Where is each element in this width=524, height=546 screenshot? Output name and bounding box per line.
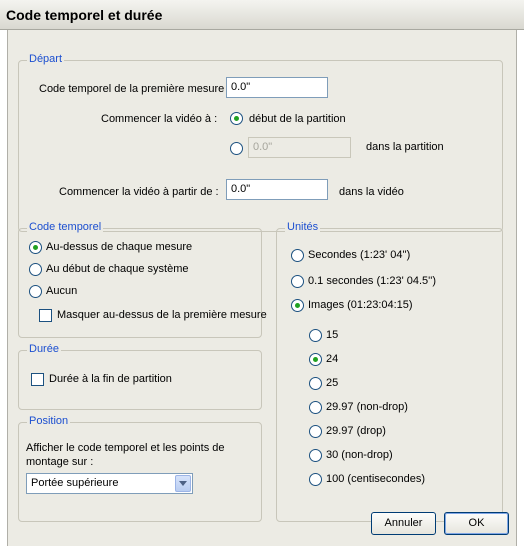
start-from-input[interactable]: 0.0" [226, 179, 328, 200]
radio-unit-frames[interactable] [291, 299, 304, 312]
radio-fps-24[interactable] [309, 353, 322, 366]
radio-fps-2997-nondrop-label: 29.97 (non-drop) [326, 401, 408, 413]
radio-unit-seconds[interactable] [291, 249, 304, 262]
radio-start-of-score-label: début de la partition [249, 113, 346, 125]
radio-fps-30-nondrop-label: 30 (non-drop) [326, 449, 393, 461]
start-video-label: Commencer la vidéo à : [101, 113, 218, 125]
title-bar: Code temporel et durée [0, 0, 524, 30]
radio-start-each-system-label: Au début de chaque système [46, 263, 189, 275]
radio-fps-30-nondrop[interactable] [309, 449, 322, 462]
radio-unit-seconds-label: Secondes (1:23' 04'') [308, 249, 411, 261]
position-dropdown-value: Portée supérieure [31, 477, 119, 489]
radio-fps-15-label: 15 [326, 329, 339, 341]
start-from-suffix: dans la vidéo [339, 186, 404, 198]
radio-start-of-score[interactable] [230, 112, 243, 125]
radio-fps-15[interactable] [309, 329, 322, 342]
radio-unit-tenth-seconds[interactable] [291, 275, 304, 288]
duration-end-checkbox[interactable] [31, 373, 44, 386]
custom-start-input[interactable]: 0.0" [248, 137, 351, 158]
unites-legend: Unités [285, 221, 321, 233]
duree-legend: Durée [27, 343, 61, 355]
code-temporel-legend: Code temporel [27, 221, 104, 233]
position-group: Position Afficher le code temporel et le… [18, 415, 262, 522]
depart-group: Départ Code temporel de la première mesu… [18, 53, 503, 232]
unites-group: Unités Secondes (1:23' 04'') 0.1 seconde… [276, 221, 503, 522]
duree-group: Durée Durée à la fin de partition [18, 343, 262, 410]
depart-legend: Départ [27, 53, 65, 65]
ok-button[interactable]: OK [444, 512, 509, 535]
custom-start-suffix: dans la partition [366, 141, 444, 153]
first-measure-label: Code temporel de la première mesure [39, 83, 225, 95]
hide-first-measure-label: Masquer au-dessus de la première mesure [57, 309, 267, 321]
radio-fps-2997-drop[interactable] [309, 425, 322, 438]
duration-end-label: Durée à la fin de partition [49, 373, 172, 385]
radio-none-label: Aucun [46, 285, 78, 297]
start-from-label: Commencer la vidéo à partir de : [59, 186, 219, 198]
position-legend: Position [27, 415, 71, 427]
code-temporel-group: Code temporel Au-dessus de chaque mesure… [18, 221, 267, 338]
radio-fps-24-label: 24 [326, 353, 339, 365]
position-dropdown[interactable]: Portée supérieure [26, 473, 193, 494]
radio-above-each-measure[interactable] [29, 241, 42, 254]
chevron-down-icon[interactable] [175, 475, 191, 492]
radio-fps-25[interactable] [309, 377, 322, 390]
radio-custom-start[interactable] [230, 142, 243, 155]
radio-above-each-measure-label: Au-dessus de chaque mesure [46, 241, 193, 253]
hide-first-measure-checkbox[interactable] [39, 309, 52, 322]
radio-unit-frames-label: Images (01:23:04:15) [308, 299, 413, 311]
radio-fps-100[interactable] [309, 473, 322, 486]
radio-start-each-system[interactable] [29, 263, 42, 276]
radio-unit-tenth-seconds-label: 0.1 secondes (1:23' 04.5'') [308, 275, 436, 287]
dialog-body: Départ Code temporel de la première mesu… [7, 30, 517, 546]
radio-fps-2997-drop-label: 29.97 (drop) [326, 425, 386, 437]
window-title: Code temporel et durée [6, 7, 163, 23]
position-label: Afficher le code temporel et les points … [26, 442, 225, 468]
cancel-button[interactable]: Annuler [371, 512, 436, 535]
radio-fps-2997-nondrop[interactable] [309, 401, 322, 414]
radio-fps-100-label: 100 (centisecondes) [326, 473, 426, 485]
radio-none[interactable] [29, 285, 42, 298]
first-measure-input[interactable]: 0.0" [226, 77, 328, 98]
radio-fps-25-label: 25 [326, 377, 339, 389]
